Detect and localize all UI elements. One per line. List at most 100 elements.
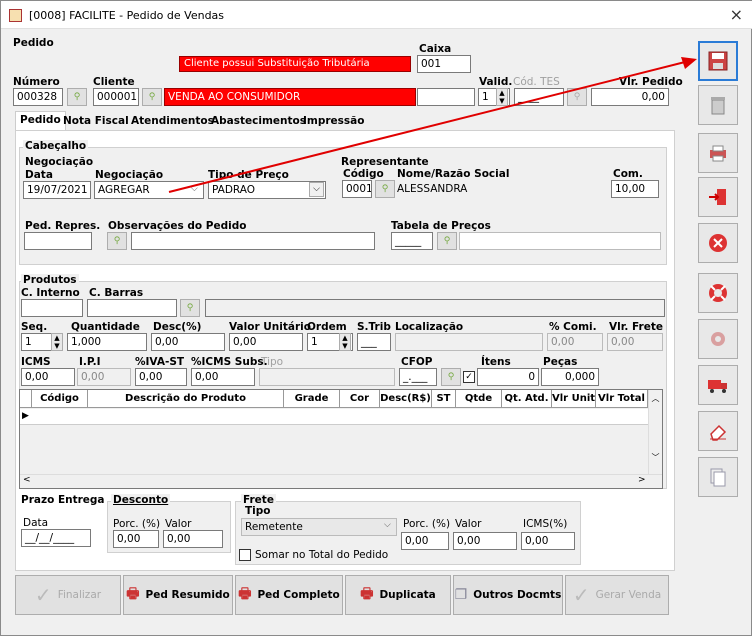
tab-nota-fiscal[interactable]: Nota Fiscal — [59, 113, 133, 131]
desc-field[interactable]: 0,00 — [151, 333, 225, 351]
valid-spinner[interactable]: ▲ ▼ — [496, 88, 508, 106]
delivery-button[interactable] — [698, 365, 738, 405]
cliente-name-field[interactable]: VENDA AO CONSUMIDOR — [164, 88, 416, 106]
numero-field[interactable]: 000328 — [13, 88, 63, 106]
check-icon: ✓ — [34, 583, 52, 607]
valor-unitario-field[interactable]: 0,00 — [229, 333, 303, 351]
settings-button[interactable] — [698, 319, 738, 359]
col-qt-atd[interactable]: Qt. Atd. — [502, 390, 552, 408]
col-vlr-total[interactable]: Vlr Total — [596, 390, 648, 408]
col-cor[interactable]: Cor — [340, 390, 380, 408]
negociacao-select[interactable]: AGREGAR — [94, 181, 204, 199]
col-desc-rs[interactable]: Desc(R$) — [380, 390, 432, 408]
vlr-frete-field: 0,00 — [607, 333, 663, 351]
col-vlr-unit[interactable]: Vlr Unit — [552, 390, 596, 408]
outros-docmts-button[interactable]: ❐ Outros Docmts — [453, 575, 563, 615]
grid-hscrollbar[interactable]: < > — [20, 474, 662, 488]
caixa-field[interactable]: 001 — [417, 55, 471, 73]
tabela-field[interactable]: _____ — [391, 232, 433, 250]
prazo-data-field[interactable]: __/__/____ — [21, 529, 91, 547]
somar-checkbox[interactable] — [239, 549, 251, 561]
valid-label: Valid. — [479, 76, 513, 88]
tipo-select[interactable] — [259, 368, 395, 386]
tab-impressao[interactable]: Impressão — [299, 113, 368, 131]
strib-field[interactable]: ___ — [357, 333, 391, 351]
frete-porc-label: Porc. (%) — [403, 518, 451, 530]
cancel-button[interactable] — [698, 223, 738, 263]
ordem-spinner[interactable]: ▲ ▼ — [339, 333, 351, 351]
desconto-label: Desconto — [111, 494, 171, 506]
table-row[interactable]: ▶ — [20, 409, 650, 425]
documents-button[interactable] — [698, 457, 738, 497]
scroll-down-icon[interactable]: ﹀ — [649, 452, 662, 463]
tabela-precos-label: Tabela de Preços — [391, 220, 491, 232]
scroll-left-icon[interactable]: < — [23, 475, 31, 485]
col-descricao[interactable]: Descrição do Produto — [88, 390, 284, 408]
items-grid[interactable]: Código Descrição do Produto Grade Cor De… — [19, 389, 663, 489]
cfop-checkbox[interactable]: ✓ — [463, 371, 475, 383]
cliente-code-field[interactable]: 000001 — [93, 88, 139, 106]
save-button[interactable] — [698, 41, 738, 81]
frete-icms-field[interactable]: 0,00 — [521, 532, 575, 550]
localizacao-select[interactable] — [395, 333, 543, 351]
chevron-down-icon[interactable]: ⌵ — [309, 182, 324, 197]
cliente-extra-field[interactable] — [417, 88, 475, 106]
com-label: Com. — [613, 168, 643, 180]
delete-button[interactable] — [698, 85, 738, 125]
scroll-up-icon[interactable]: ︿ — [649, 393, 662, 404]
representante-code-field[interactable]: 0001 — [342, 180, 372, 198]
com-field[interactable]: 10,00 — [611, 180, 659, 198]
cod-tes-field[interactable]: ____ — [514, 88, 564, 106]
col-st[interactable]: ST — [432, 390, 456, 408]
iva-field[interactable]: 0,00 — [135, 368, 187, 386]
cabecalho-title: Cabeçalho — [23, 140, 89, 152]
gerar-venda-button[interactable]: ✓ Gerar Venda — [565, 575, 669, 615]
help-button[interactable] — [698, 273, 738, 313]
icms-field[interactable]: 0,00 — [21, 368, 75, 386]
finalizar-button[interactable]: ✓ Finalizar — [15, 575, 121, 615]
scroll-right-icon[interactable]: > — [638, 475, 646, 485]
tab-abastecimentos[interactable]: Abastecimentos — [207, 113, 310, 131]
numero-search-button[interactable]: ⚲ — [67, 88, 87, 106]
ped-resumido-button[interactable]: 🖶 Ped Resumido — [123, 575, 233, 615]
cliente-search-button[interactable]: ⚲ — [142, 88, 162, 106]
tab-atendimentos[interactable]: Atendimentos — [127, 113, 218, 131]
seq-spinner[interactable]: ▲ ▼ — [51, 333, 63, 351]
representante-search-button[interactable]: ⚲ — [375, 180, 395, 198]
ped-completo-button[interactable]: 🖶 Ped Completo — [235, 575, 343, 615]
cfop-search-button[interactable]: ⚲ — [441, 368, 461, 386]
c-interno-field[interactable] — [21, 299, 83, 317]
obs-field[interactable] — [131, 232, 375, 250]
desc-porc-field[interactable]: 0,00 — [113, 530, 159, 548]
frete-valor-field[interactable]: 0,00 — [453, 532, 517, 550]
data-field[interactable]: 19/07/2021 — [23, 181, 91, 199]
obs-button[interactable]: ⚲ — [107, 232, 127, 250]
cod-tes-label: Cód. TES — [513, 76, 560, 88]
cfop-field[interactable]: _.___ — [399, 368, 437, 386]
print-button[interactable] — [698, 133, 738, 173]
tabela-search-button[interactable]: ⚲ — [437, 232, 457, 250]
close-button[interactable]: × — [730, 5, 743, 24]
desc-porc-label: Porc. (%) — [113, 518, 161, 530]
quantidade-field[interactable]: 1,000 — [67, 333, 147, 351]
frete-porc-field[interactable]: 0,00 — [401, 532, 449, 550]
eraser-button[interactable] — [698, 411, 738, 451]
produto-search-button[interactable]: ⚲ — [180, 299, 200, 317]
ped-repres-field[interactable] — [24, 232, 92, 250]
c-barras-field[interactable] — [87, 299, 177, 317]
seq-label: Seq. — [21, 321, 48, 333]
main-window: [0008] FACILITE - Pedido de Vendas × Ped… — [0, 0, 752, 636]
cod-tes-search-button[interactable]: ⚲ — [567, 88, 587, 106]
duplicata-button[interactable]: 🖶 Duplicata — [345, 575, 451, 615]
col-codigo[interactable]: Código — [32, 390, 88, 408]
exit-button[interactable] — [698, 177, 738, 217]
c-interno-label: C. Interno — [21, 287, 80, 299]
outros-docmts-label: Outros Docmts — [473, 589, 562, 601]
frete-tipo-select[interactable]: Remetente — [241, 518, 397, 536]
icms-subs-field[interactable]: 0,00 — [191, 368, 255, 386]
col-grade[interactable]: Grade — [284, 390, 340, 408]
grid-vscrollbar[interactable]: ︿ ﹀ — [648, 390, 662, 474]
printer-icon: 🖶 — [238, 586, 252, 602]
desc-valor-field[interactable]: 0,00 — [163, 530, 223, 548]
col-qtde[interactable]: Qtde — [456, 390, 502, 408]
